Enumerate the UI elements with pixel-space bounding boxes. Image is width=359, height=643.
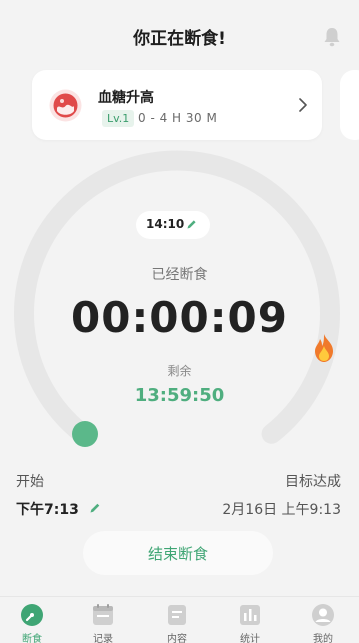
start-time-pill-value: 14:10 <box>146 217 185 231</box>
document-icon <box>168 605 186 625</box>
app-header: 你正在断食! <box>0 0 359 70</box>
bar-chart-icon <box>240 605 260 625</box>
tab-label: 统计 <box>240 634 260 643</box>
progress-handle[interactable] <box>72 421 98 447</box>
flame-icon <box>315 334 333 362</box>
tab-profile[interactable]: 我的 <box>293 597 353 643</box>
pencil-icon <box>187 220 196 229</box>
end-fast-button[interactable]: 结束断食 <box>83 531 273 575</box>
stage-range: 0 - 4 H 30 M <box>138 111 218 125</box>
start-label: 开始 <box>16 474 44 490</box>
tab-fasting[interactable]: 断食 <box>2 597 62 643</box>
tab-label: 记录 <box>93 634 113 643</box>
blood-sugar-icon <box>49 89 82 122</box>
bell-icon[interactable] <box>323 27 341 47</box>
tab-label: 我的 <box>313 634 333 643</box>
remaining-timer: 13:59:50 <box>134 385 225 406</box>
profile-icon <box>312 604 334 626</box>
elapsed-timer: 00:00:09 <box>71 293 288 342</box>
fasting-icon <box>21 604 43 626</box>
elapsed-label: 已经断食 <box>151 267 208 283</box>
page-title: 你正在断食! <box>133 29 226 49</box>
tab-label: 断食 <box>22 634 42 643</box>
stage-level-badge: Lv.1 <box>102 110 135 127</box>
goal-time-value: 2月16日 上午9:13 <box>222 502 341 518</box>
tab-label: 内容 <box>167 634 187 643</box>
edit-start-pencil-icon[interactable] <box>89 502 101 514</box>
tab-stats[interactable]: 统计 <box>220 597 280 643</box>
goal-label: 目标达成 <box>285 474 341 490</box>
bottom-tab-bar: 断食 记录 内容 统计 我的 <box>0 596 359 643</box>
chevron-right-icon <box>299 98 307 112</box>
start-time-value[interactable]: 下午7:13 <box>16 499 79 519</box>
start-time-pill[interactable]: 14:10 <box>136 211 210 239</box>
stage-title: 血糖升高 <box>98 90 154 106</box>
remaining-label: 剩余 <box>167 364 192 378</box>
next-stage-card[interactable] <box>340 70 359 140</box>
fasting-stage-card[interactable]: 血糖升高 Lv.1 0 - 4 H 30 M <box>32 70 322 140</box>
tab-records[interactable]: 记录 <box>73 597 133 643</box>
tab-content[interactable]: 内容 <box>147 597 207 643</box>
calendar-icon <box>93 604 113 625</box>
